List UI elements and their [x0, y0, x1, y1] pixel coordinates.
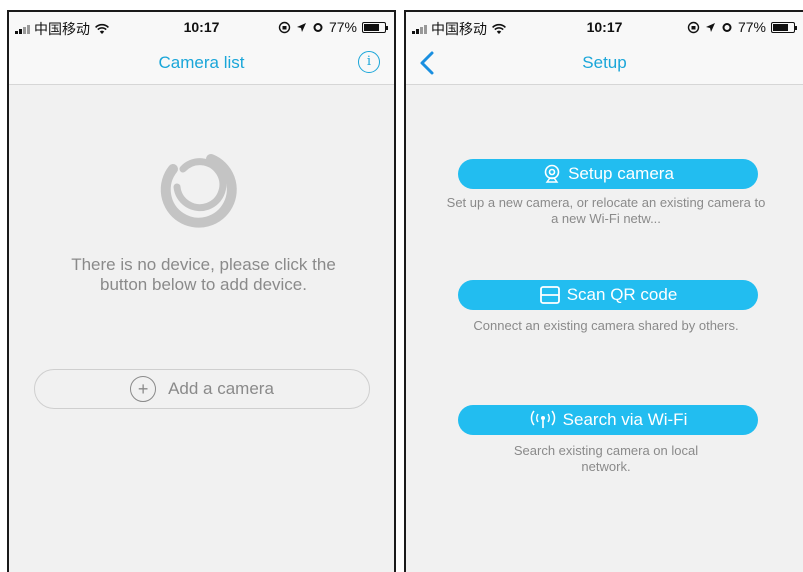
plus-circle-icon: +: [130, 376, 157, 402]
back-chevron-icon[interactable]: [416, 48, 440, 78]
wifi-broadcast-icon: [530, 410, 555, 428]
page-title: Setup: [582, 53, 627, 72]
setup-screen: 中国移动 10:17 77% Setup Setup camera Set up…: [404, 10, 803, 572]
navigation-bar: Setup: [406, 42, 803, 85]
scan-qr-code-description: Connect an existing camera shared by oth…: [473, 318, 739, 333]
empty-state-message: There is no device, please click the but…: [71, 255, 336, 294]
add-camera-label: Add a camera: [168, 379, 274, 398]
battery-percent: 77%: [328, 19, 357, 35]
qr-scan-icon: [539, 286, 560, 304]
add-camera-button[interactable]: + Add a camera: [34, 369, 370, 409]
orientation-lock-icon: [687, 21, 700, 33]
page-title: Camera list: [158, 53, 245, 72]
webcam-icon: [544, 164, 560, 183]
alarm-icon: [722, 23, 732, 32]
setup-camera-label: Setup camera: [568, 164, 674, 183]
orientation-lock-icon: [278, 21, 291, 33]
location-icon: [296, 22, 306, 32]
scan-qr-code-label: Scan QR code: [566, 285, 678, 304]
battery-icon: [362, 21, 388, 33]
camera-logo-icon: [160, 154, 237, 228]
search-via-wifi-button[interactable]: Search via Wi-Fi: [458, 405, 758, 435]
status-bar: 中国移动 10:17 77%: [406, 12, 803, 42]
camera-list-screen: 中国移动 10:17 77% Camera list i There is no…: [7, 10, 396, 572]
search-via-wifi-description: Search existing camera on local network.: [513, 443, 699, 474]
setup-camera-button[interactable]: Setup camera: [458, 159, 758, 189]
info-button[interactable]: i: [358, 51, 380, 73]
scan-qr-code-button[interactable]: Scan QR code: [458, 280, 758, 310]
battery-percent: 77%: [737, 19, 766, 35]
battery-icon: [771, 21, 797, 33]
navigation-bar: Camera list i: [9, 42, 394, 85]
search-via-wifi-label: Search via Wi-Fi: [562, 410, 688, 429]
alarm-icon: [313, 23, 323, 32]
status-indicators: 77%: [278, 19, 388, 35]
status-bar: 中国移动 10:17 77%: [9, 12, 394, 42]
location-icon: [705, 22, 715, 32]
setup-camera-description: Set up a new camera, or relocate an exis…: [446, 195, 766, 226]
status-indicators: 77%: [687, 19, 797, 35]
